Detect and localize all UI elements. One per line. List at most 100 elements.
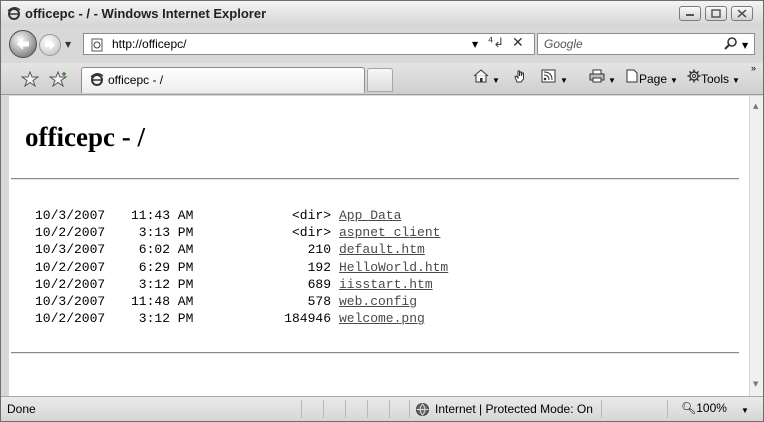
entry-link[interactable]: web.config <box>339 293 417 310</box>
ie-page-icon <box>90 73 104 90</box>
refresh-icon[interactable]: ⁴↲ <box>488 36 504 51</box>
minimize-icon <box>686 14 694 16</box>
close-icon <box>737 9 747 18</box>
entry-link[interactable]: HelloWorld.htm <box>339 259 448 276</box>
printer-icon <box>589 69 605 83</box>
back-button[interactable] <box>9 30 37 58</box>
add-to-favorites-icon[interactable] <box>48 70 69 90</box>
page-heading: officepc - / <box>25 122 145 152</box>
entry-time: 11:48 AM <box>131 293 194 309</box>
status-separator <box>601 400 602 418</box>
home-dropdown-icon[interactable]: ▼ <box>492 76 500 85</box>
entry-link[interactable]: iisstart.htm <box>339 276 433 293</box>
entry-size: 210 <box>307 242 331 258</box>
entry-date: 10/3/2007 <box>35 293 106 309</box>
page-content: officepc - / 10/3/2007 11:43 AM <dir> App_D… <box>9 96 749 396</box>
rss-feeds-button[interactable]: ▼ <box>541 69 568 89</box>
entry-size: <dir> <box>291 208 331 223</box>
scroll-up-arrow-icon[interactable]: ▲ <box>753 102 758 110</box>
window-title: officepc - / - Windows Internet Explorer <box>25 6 267 21</box>
entry-size: 184946 <box>284 311 331 327</box>
entry-time: 6:02 AM <box>131 242 194 258</box>
page-icon <box>90 38 104 55</box>
entry-date: 10/2/2007 <box>35 276 106 292</box>
zoom-dropdown-icon[interactable]: ▼ <box>741 406 749 415</box>
page-menu-dropdown-icon[interactable]: ▼ <box>670 76 678 85</box>
status-bar: Done Internet | Protected Mode: On 🔍︎100… <box>1 396 763 421</box>
entry-time: 3:13 PM <box>131 225 194 241</box>
close-button[interactable] <box>731 6 753 21</box>
status-separator <box>409 400 410 418</box>
entry-date: 10/2/2007 <box>35 225 106 241</box>
recent-pages-dropdown-icon[interactable]: ▼ <box>65 40 71 49</box>
rss-feed-icon <box>541 69 556 83</box>
entry-size: 689 <box>307 276 331 292</box>
tools-menu-label: Tools <box>701 72 730 86</box>
back-arrow-icon <box>17 38 29 50</box>
entry-link[interactable]: welcome.png <box>339 310 425 327</box>
page-menu-icon <box>626 69 638 83</box>
entry-link[interactable]: aspnet_client <box>339 224 440 241</box>
listing-row: 10/2/2007 3:12 PM 689 iisstart.htm <box>35 276 448 293</box>
maximize-icon <box>711 9 721 18</box>
divider-top <box>11 178 739 180</box>
page-menu-button[interactable]: Page ▼ <box>625 69 678 89</box>
zoom-level-label: 100% <box>696 401 727 415</box>
zoom-magnifier-icon: 🔍︎ <box>681 401 697 415</box>
entry-date: 10/3/2007 <box>35 208 106 223</box>
listing-row: 10/2/2007 3:12 PM 184946 welcome.png <box>35 310 448 327</box>
forward-arrow-icon <box>45 40 55 50</box>
minimize-button[interactable] <box>679 6 701 21</box>
status-separator <box>389 400 390 418</box>
tools-menu-dropdown-icon[interactable]: ▼ <box>732 76 740 85</box>
entry-link[interactable]: default.htm <box>339 241 425 258</box>
hand-cursor-icon <box>514 70 524 83</box>
listing-row: 10/2/2007 6:29 PM 192 HelloWorld.htm <box>35 259 448 276</box>
entry-date: 10/2/2007 <box>35 259 106 275</box>
page-menu-label: Page <box>639 72 668 86</box>
home-button[interactable]: ▼ <box>473 69 500 89</box>
entry-time: 6:29 PM <box>131 259 194 275</box>
new-tab-button[interactable] <box>367 68 393 92</box>
scroll-down-arrow-icon[interactable]: ▼ <box>753 380 758 388</box>
address-input[interactable]: http://officepc/ ▼ ⁴↲ ✕ <box>83 33 535 55</box>
more-commands-chevron-icon[interactable]: » <box>751 63 756 83</box>
address-row: ▼ http://officepc/ ▼ ⁴↲ ✕ Google ▼ <box>1 27 763 63</box>
favorites-center-icon[interactable] <box>20 70 40 90</box>
entry-time: 3:12 PM <box>131 311 194 327</box>
entry-date: 10/2/2007 <box>35 311 106 327</box>
tab-label: officepc - / <box>108 73 164 87</box>
print-button[interactable]: ▼ <box>589 69 616 89</box>
print-dropdown-icon[interactable]: ▼ <box>608 76 616 85</box>
address-dropdown-icon[interactable]: ▼ <box>472 40 478 49</box>
stop-icon[interactable]: ✕ <box>512 35 524 51</box>
status-separator <box>301 400 302 418</box>
feeds-dropdown-icon[interactable]: ▼ <box>560 76 568 85</box>
zoom-level-button[interactable]: 🔍︎100% <box>681 401 727 415</box>
title-bar: officepc - / - Windows Internet Explorer <box>1 1 763 27</box>
entry-link[interactable]: App_Data <box>339 207 401 224</box>
status-separator <box>667 400 668 418</box>
listing-row: 10/3/2007 11:48 AM 578 web.config <box>35 293 448 310</box>
address-url: http://officepc/ <box>112 37 187 51</box>
status-text: Done <box>7 402 36 416</box>
vertical-scrollbar[interactable]: ▲ ▼ <box>749 96 763 396</box>
gear-icon <box>687 69 701 83</box>
tools-menu-button[interactable]: Tools ▼ <box>687 69 740 89</box>
feeds-button[interactable] <box>511 69 527 89</box>
ie-logo-icon <box>7 7 21 21</box>
search-options-dropdown-icon[interactable]: ▼ <box>742 41 748 50</box>
listing-row: 10/3/2007 6:02 AM 210 default.htm <box>35 241 448 258</box>
entry-size: 192 <box>307 259 331 275</box>
search-input[interactable]: Google ▼ <box>537 33 755 55</box>
listing-row: 10/2/2007 3:13 PM <dir> aspnet_client <box>35 224 448 241</box>
forward-button[interactable] <box>39 34 61 56</box>
browser-window: officepc - / - Windows Internet Explorer… <box>0 0 764 422</box>
maximize-button[interactable] <box>705 6 727 21</box>
tab-officepc[interactable]: officepc - / <box>81 67 365 93</box>
search-icon[interactable] <box>724 37 738 54</box>
status-separator <box>367 400 368 418</box>
divider-bottom <box>11 352 739 354</box>
status-separator <box>323 400 324 418</box>
entry-size: 578 <box>307 293 331 309</box>
